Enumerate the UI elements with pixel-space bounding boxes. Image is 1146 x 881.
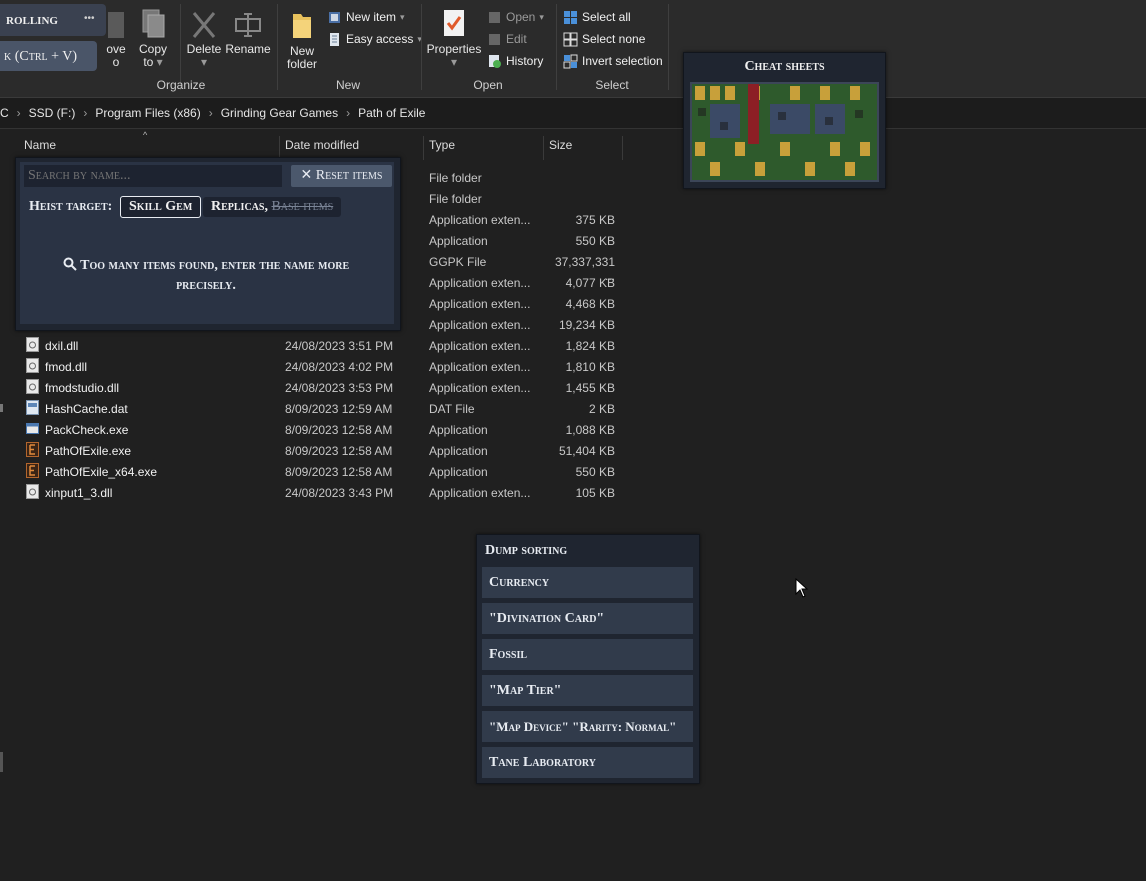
close-icon: ✕ [300,168,316,183]
file-row[interactable]: fmod.dll 24/08/2023 4:02 PM Application ex… [24,356,624,377]
delete-icon [192,12,216,38]
edit-button[interactable]: Edit [487,30,527,48]
column-header-type[interactable]: Type [429,138,455,152]
cheat-sheets-title: Cheat sheets [744,59,825,74]
easy-access-icon [330,32,339,46]
dll-icon [26,358,39,373]
move-to-button[interactable]: ove o [104,10,128,69]
mouse-cursor-icon [795,578,809,598]
file-row[interactable]: dxil.dll 24/08/2023 3:51 PM Application ex… [24,335,624,356]
too-many-items-message: Too many items found, enter the name mor… [56,256,356,296]
dump-item-fossil[interactable]: Fossil [482,639,693,670]
history-icon [489,54,501,68]
breadcrumb-4[interactable]: Path of Exile [358,106,425,120]
dump-sorting-panel: Dump sorting Currency "Divination Card" … [476,534,700,784]
group-open: Open [473,78,503,92]
exe-icon [26,423,39,434]
column-header-size[interactable]: Size [549,138,572,152]
poe-icon [26,442,39,457]
address-bar[interactable]: C › SSD (F:) › Program Files (x86) › Grindi… [0,98,1146,129]
select-none-icon [563,32,578,46]
folder-icon [293,14,311,38]
file-row[interactable]: xinput1_3.dll 24/08/2023 3:43 PM Applicati… [24,482,624,503]
new-item-icon [329,11,340,23]
ribbon: rolling ••• k (Ctrl + V) ove o Copy to ▾… [0,0,1146,98]
column-header-name[interactable]: Name [24,138,56,152]
breadcrumb-1[interactable]: SSD (F:) [29,106,76,120]
open-icon [489,11,500,23]
dat-icon [26,400,39,415]
overlay-toolbar: rolling ••• [0,4,106,36]
chip-replicas[interactable]: Replicas, Base items [203,197,342,217]
dump-item-divination-card[interactable]: "Divination Card" [482,603,693,634]
overlay-paste-button[interactable]: k (Ctrl + V) [0,41,97,71]
cheat-sheets-panel: Cheat sheets [683,52,886,189]
invert-selection-icon [563,54,578,68]
dll-icon [26,484,39,499]
dump-item-currency[interactable]: Currency [482,567,693,598]
file-row[interactable]: PackCheck.exe 8/09/2023 12:58 AM Applicati… [24,419,624,440]
file-row[interactable]: PathOfExile_x64.exe 8/09/2023 12:58 AM App… [24,461,624,482]
search-input[interactable] [24,165,282,187]
chip-skill-gem[interactable]: Skill Gem [120,196,202,218]
reset-items-button[interactable]: ✕ Reset items [291,165,392,187]
overlay-more-icon[interactable]: ••• [84,13,95,24]
move-icon [108,12,124,38]
open-button[interactable]: Open ▾ [487,8,544,26]
rename-icon [235,13,261,37]
dump-sorting-title: Dump sorting [485,543,568,558]
group-organize: Organize [156,78,206,92]
copy-to-button[interactable]: Copy to ▾ [136,8,170,69]
properties-icon [444,10,464,36]
column-header-date[interactable]: Date modified [285,138,359,152]
dump-item-map-device-normal[interactable]: "Map Device" "Rarity: Normal" [482,711,693,742]
rename-button[interactable]: Rename [225,10,271,56]
select-none-button[interactable]: Select none [563,30,645,48]
invert-selection-button[interactable]: Invert selection [563,52,663,70]
file-row[interactable]: HashCache.dat 8/09/2023 12:59 AM DAT File 2… [24,398,624,419]
history-button[interactable]: History [487,52,543,70]
delete-button[interactable]: Delete ▾ [184,10,224,69]
select-all-button[interactable]: Select all [563,8,631,26]
heist-label: Heist target: [29,199,113,214]
dump-item-map-tier[interactable]: "Map Tier" [482,675,693,706]
breadcrumb-3[interactable]: Grinding Gear Games [221,106,338,120]
properties-button[interactable]: Properties ▾ [426,8,482,69]
dll-icon [26,337,39,352]
easy-access-button[interactable]: Easy access ▾ [327,30,422,48]
group-select: Select [595,78,629,92]
nav-pane-scroll[interactable] [0,752,3,772]
overlay-title: rolling [6,12,58,28]
breadcrumb-0[interactable]: C [0,106,9,120]
dump-item-tane-laboratory[interactable]: Tane Laboratory [482,747,693,778]
copy-icon [142,9,165,38]
search-icon [63,257,77,271]
nav-pane-edge [0,404,3,412]
item-search-panel: ✕ Reset items Heist target: Skill Gem Re… [15,157,401,331]
select-all-icon [564,10,577,24]
file-row[interactable]: fmodstudio.dll 24/08/2023 3:53 PM Applicat… [24,377,624,398]
cheat-sheet-thumbnail[interactable] [690,82,879,182]
new-item-button[interactable]: New item ▾ [327,8,405,26]
sort-arrow-icon: ^ [143,130,148,140]
poe-icon [26,463,39,478]
breadcrumb-2[interactable]: Program Files (x86) [95,106,200,120]
cheat-sheet-grid-image [692,84,877,180]
group-new: New [335,78,360,92]
new-folder-button[interactable]: New folder [284,10,320,71]
file-row[interactable]: PathOfExile.exe 8/09/2023 12:58 AM Applica… [24,440,624,461]
overlay-paste-label: k (Ctrl + V) [4,49,78,64]
edit-icon [489,33,500,45]
dll-icon [26,379,39,394]
